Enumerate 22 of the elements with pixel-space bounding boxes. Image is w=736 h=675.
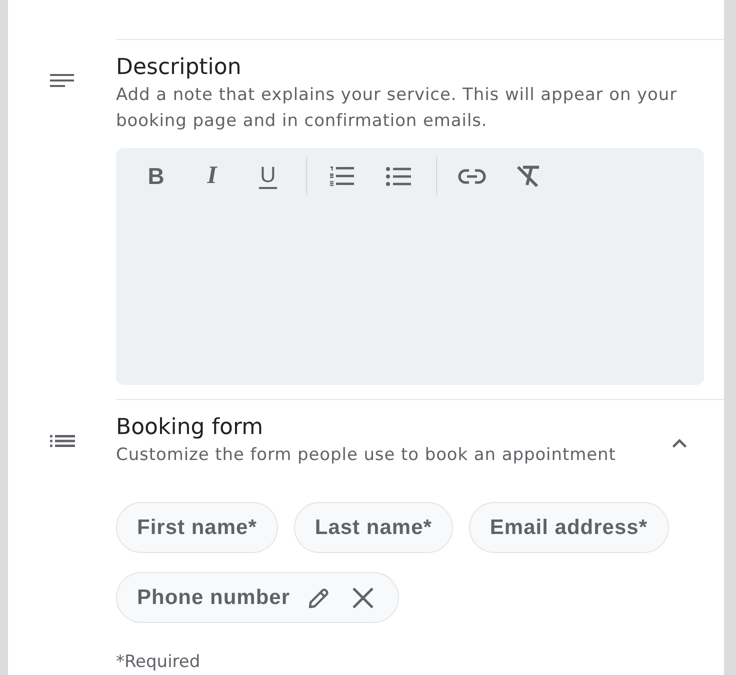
- bulleted-list-icon: [386, 166, 410, 186]
- form-field-chip[interactable]: Email address*: [468, 502, 669, 553]
- section-description: Add a note that explains your service. This will appear on your booking page and in confirmation emails.: [116, 84, 678, 133]
- form-field-chip[interactable]: Phone number: [116, 572, 400, 623]
- form-field-chip[interactable]: Last name*: [294, 502, 453, 553]
- pencil-icon[interactable]: [307, 586, 332, 610]
- section-description: Customize the form people use to book an appointment: [116, 444, 617, 467]
- link-icon: [458, 168, 486, 184]
- rich-text-editor[interactable]: B I U: [116, 148, 704, 385]
- close-icon[interactable]: [352, 586, 374, 608]
- italic-button[interactable]: I: [192, 156, 232, 196]
- list-icon: [50, 435, 74, 447]
- section-title: Description: [116, 54, 242, 82]
- required-note: *Required: [116, 651, 202, 674]
- clear-format-icon: [516, 165, 540, 187]
- form-field-chip[interactable]: First name*: [116, 502, 278, 553]
- short-text-icon: [50, 74, 74, 87]
- underline-button[interactable]: U: [248, 156, 288, 196]
- section-title: Booking form: [116, 414, 264, 442]
- chevron-up-icon: [672, 438, 686, 448]
- numbered-list-icon: [330, 166, 354, 186]
- bold-button[interactable]: B: [136, 156, 176, 196]
